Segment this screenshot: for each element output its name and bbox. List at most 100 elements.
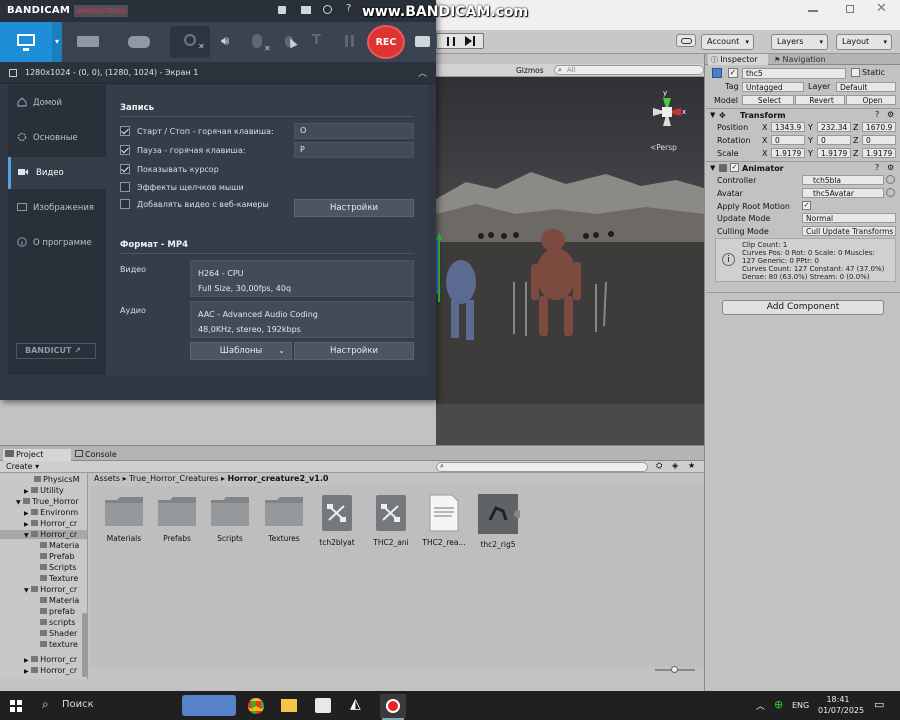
unregistered-badge[interactable]: UNREGISTERED bbox=[74, 5, 128, 17]
tree-item[interactable]: Shader bbox=[40, 629, 77, 638]
foldout-arrow-icon[interactable]: ▼ bbox=[710, 111, 715, 119]
tree-item[interactable]: ▼ True_Horror bbox=[16, 497, 79, 506]
camera-icon[interactable] bbox=[415, 36, 430, 47]
search-highlight-icon[interactable] bbox=[182, 695, 236, 716]
avatar-field[interactable]: thc5Avatar bbox=[802, 188, 884, 198]
tab-navigation[interactable]: ⚑ Navigation bbox=[771, 54, 841, 65]
tab-inspector[interactable]: ⓘ Inspector bbox=[708, 54, 768, 65]
webcam-overlay-checkbox[interactable] bbox=[120, 199, 130, 209]
tree-item[interactable]: scripts bbox=[40, 618, 75, 627]
hdmi-mode-button[interactable] bbox=[64, 22, 112, 62]
tree-item[interactable]: ▶ Horror_cr bbox=[24, 519, 77, 528]
folder-icon[interactable] bbox=[301, 6, 311, 14]
tree-item[interactable]: ▶ Utility bbox=[24, 486, 64, 495]
rotation-y-field[interactable]: 0 bbox=[817, 135, 851, 145]
filter-label-icon[interactable]: ◈ bbox=[672, 461, 678, 470]
tag-dropdown[interactable]: Untagged bbox=[742, 82, 804, 92]
file-explorer-icon[interactable] bbox=[281, 699, 297, 712]
close-icon[interactable]: ✕ bbox=[876, 1, 887, 16]
rotation-z-field[interactable]: 0 bbox=[862, 135, 896, 145]
tree-item[interactable]: texture bbox=[40, 640, 78, 649]
rotation-x-field[interactable]: 0 bbox=[771, 135, 805, 145]
chrome-icon[interactable] bbox=[248, 698, 264, 714]
microphone-icon[interactable] bbox=[252, 34, 262, 48]
format-settings-button[interactable]: Настройки bbox=[294, 342, 414, 360]
help-icon[interactable]: ? bbox=[875, 110, 879, 119]
help-icon[interactable]: ? bbox=[875, 163, 879, 172]
text-overlay-icon[interactable]: T bbox=[312, 33, 321, 48]
slider-thumb[interactable] bbox=[671, 666, 678, 673]
lock-icon[interactable] bbox=[278, 6, 286, 14]
sidebar-item-general[interactable]: Основные bbox=[8, 122, 106, 154]
add-component-button[interactable]: Add Component bbox=[722, 300, 884, 315]
templates-dropdown[interactable]: Шаблоны ⌄ bbox=[190, 342, 292, 360]
sidebar-item-video[interactable]: Видео bbox=[8, 157, 106, 189]
clock-icon[interactable] bbox=[323, 5, 332, 14]
controller-field[interactable]: tch5bla bbox=[802, 175, 884, 185]
persp-label[interactable]: <Persp bbox=[650, 143, 677, 152]
settings-gear-icon[interactable]: ⚙ bbox=[887, 163, 894, 172]
tab-project[interactable]: Project bbox=[3, 449, 71, 461]
create-dropdown[interactable]: Create ▾ bbox=[6, 462, 39, 471]
tree-item[interactable]: ▶ Horror_cr bbox=[24, 666, 77, 675]
tree-item[interactable]: ▶ Environm bbox=[24, 508, 78, 517]
cloud-icon[interactable] bbox=[676, 34, 696, 47]
sidebar-item-home[interactable]: Домой bbox=[8, 87, 106, 119]
language-indicator[interactable]: ENG bbox=[792, 701, 809, 710]
clock[interactable]: 18:41 01/07/2025 bbox=[818, 694, 864, 716]
network-icon[interactable]: ⊕ bbox=[774, 698, 783, 711]
favorite-star-icon[interactable]: ★ bbox=[688, 461, 695, 470]
capture-area-bar[interactable]: 1280x1024 - (0, 0), (1280, 1024) - Экран… bbox=[0, 62, 436, 84]
asset-item[interactable]: thc2_rig5 bbox=[473, 494, 523, 549]
pause-record-icon[interactable] bbox=[345, 35, 354, 47]
webcam-toggle[interactable]: ✕ bbox=[170, 26, 210, 58]
step-icon[interactable] bbox=[465, 36, 472, 46]
mode-dropdown-button[interactable]: ▾ bbox=[52, 22, 62, 62]
windows-start-icon[interactable] bbox=[10, 700, 22, 712]
record-settings-button[interactable]: Настройки bbox=[294, 199, 414, 217]
collapse-chevron-icon[interactable]: ︿ bbox=[418, 66, 427, 79]
gizmos-dropdown[interactable]: Gizmos bbox=[516, 66, 544, 75]
speaker-icon[interactable]: 🔊︎ bbox=[221, 34, 229, 49]
account-dropdown[interactable]: Account ▾ bbox=[701, 34, 754, 50]
asset-item[interactable]: Textures bbox=[259, 494, 309, 543]
static-checkbox[interactable] bbox=[851, 68, 860, 77]
bandicam-taskbar-icon[interactable] bbox=[380, 694, 406, 718]
tree-item-selected[interactable]: ▼ Horror_cr bbox=[0, 530, 87, 539]
tree-scrollbar[interactable] bbox=[82, 613, 87, 677]
scale-x-field[interactable]: 1.9179 bbox=[771, 148, 805, 158]
store-icon[interactable] bbox=[315, 698, 331, 713]
object-picker-icon[interactable] bbox=[886, 188, 895, 197]
unity-icon[interactable]: ◭ bbox=[350, 696, 361, 712]
system-tray-chevron-icon[interactable]: ︿ bbox=[756, 699, 765, 712]
zoom-slider[interactable] bbox=[655, 666, 695, 673]
tree-item[interactable]: prefab bbox=[40, 607, 75, 616]
notifications-icon[interactable]: ▭ bbox=[874, 698, 884, 711]
object-name-field[interactable]: thc5 bbox=[742, 68, 846, 79]
tree-item[interactable]: PhysicsM bbox=[34, 475, 80, 484]
game-mode-button[interactable] bbox=[114, 22, 164, 62]
apply-root-motion-checkbox[interactable]: ✓ bbox=[802, 201, 811, 210]
scale-y-field[interactable]: 1.9179 bbox=[817, 148, 851, 158]
tree-item[interactable]: Materia bbox=[40, 541, 79, 550]
hotkey-start-checkbox[interactable] bbox=[120, 126, 130, 136]
help-icon[interactable]: ? bbox=[346, 3, 351, 14]
tree-item[interactable]: Materia bbox=[40, 596, 79, 605]
show-cursor-checkbox[interactable] bbox=[120, 164, 130, 174]
object-picker-icon[interactable] bbox=[886, 175, 895, 184]
model-revert-button[interactable]: Revert bbox=[795, 95, 845, 105]
position-y-field[interactable]: 232.34 bbox=[817, 122, 851, 132]
model-select-button[interactable]: Select bbox=[742, 95, 794, 105]
update-mode-dropdown[interactable]: Normal bbox=[802, 213, 896, 223]
animator-enabled-checkbox[interactable]: ✓ bbox=[730, 163, 739, 172]
maximize-icon[interactable] bbox=[846, 5, 854, 13]
filter-type-icon[interactable]: ⛭ bbox=[656, 461, 662, 471]
project-search-input[interactable]: ⌕ bbox=[436, 462, 648, 472]
tree-item[interactable]: Texture bbox=[40, 574, 78, 583]
active-checkbox[interactable]: ✓ bbox=[728, 68, 738, 78]
tree-item[interactable]: Scripts bbox=[40, 563, 76, 572]
screen-mode-button[interactable] bbox=[0, 22, 52, 62]
hotkey-pause-checkbox[interactable] bbox=[120, 145, 130, 155]
breadcrumb-item[interactable]: Horror_creature2_v1.0 bbox=[228, 474, 329, 483]
bandicut-button[interactable]: BANDICUT ↗ bbox=[16, 343, 96, 359]
